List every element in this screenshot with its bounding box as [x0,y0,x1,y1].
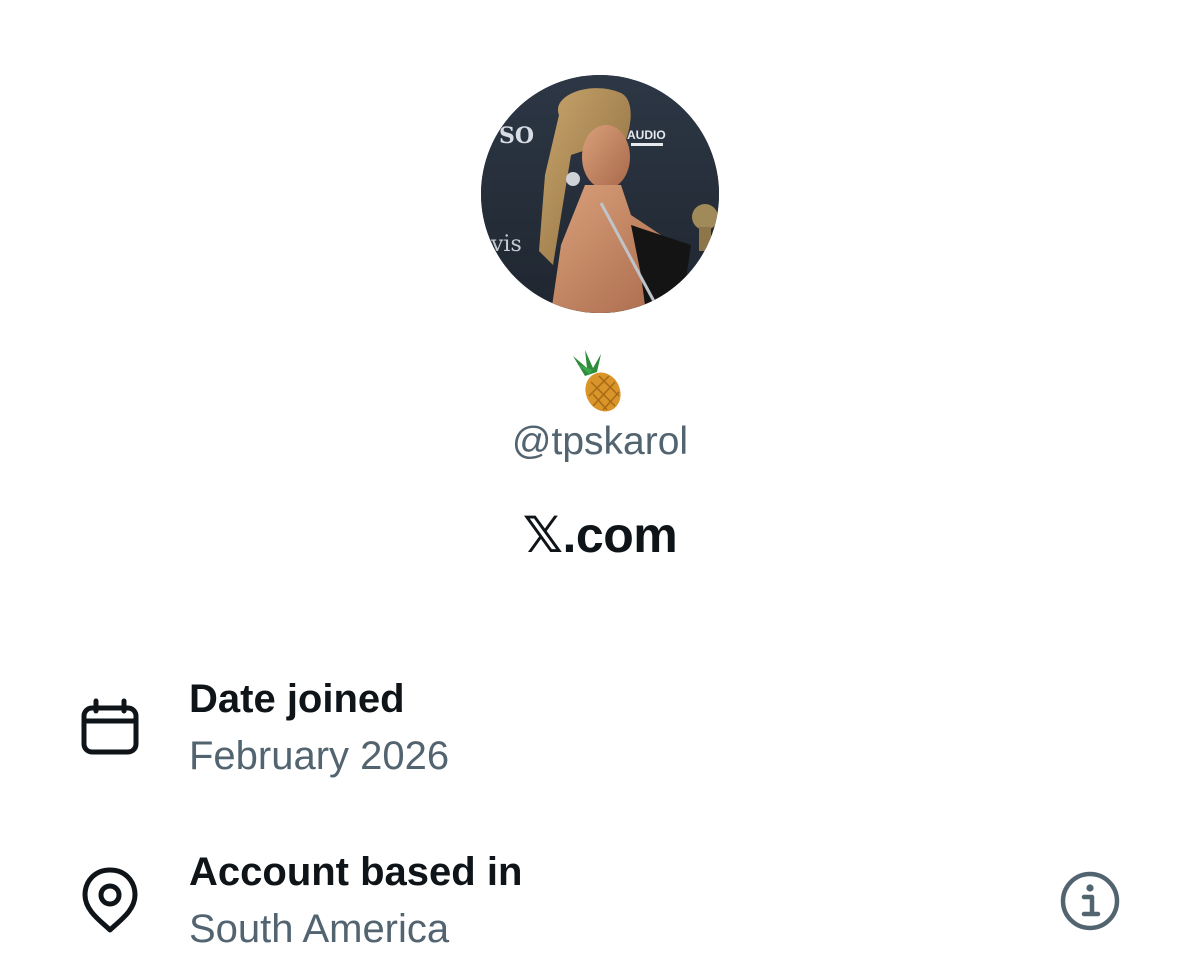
svg-text:vis: vis [490,232,522,257]
profile-handle[interactable]: @tpskarol [0,419,1200,465]
info-icon[interactable] [1058,869,1122,933]
account-location-row: Account based in South America [0,848,1200,958]
date-joined-label: Date joined [189,677,405,721]
svg-text:SO: SO [499,123,534,149]
profile-avatar[interactable]: SO AUDIO vis [481,75,719,313]
x-com-brand: 𝕏.com [522,507,678,563]
calendar-icon [78,697,142,761]
date-joined-row: Date joined February 2026 [0,675,1200,785]
svg-text:AUDIO: AUDIO [627,128,666,142]
account-location-label: Account based in [189,850,523,894]
location-pin-icon [78,866,142,933]
date-joined-value: February 2026 [189,734,450,778]
pineapple-emoji-icon [563,350,633,414]
account-location-value: South America [189,907,450,951]
